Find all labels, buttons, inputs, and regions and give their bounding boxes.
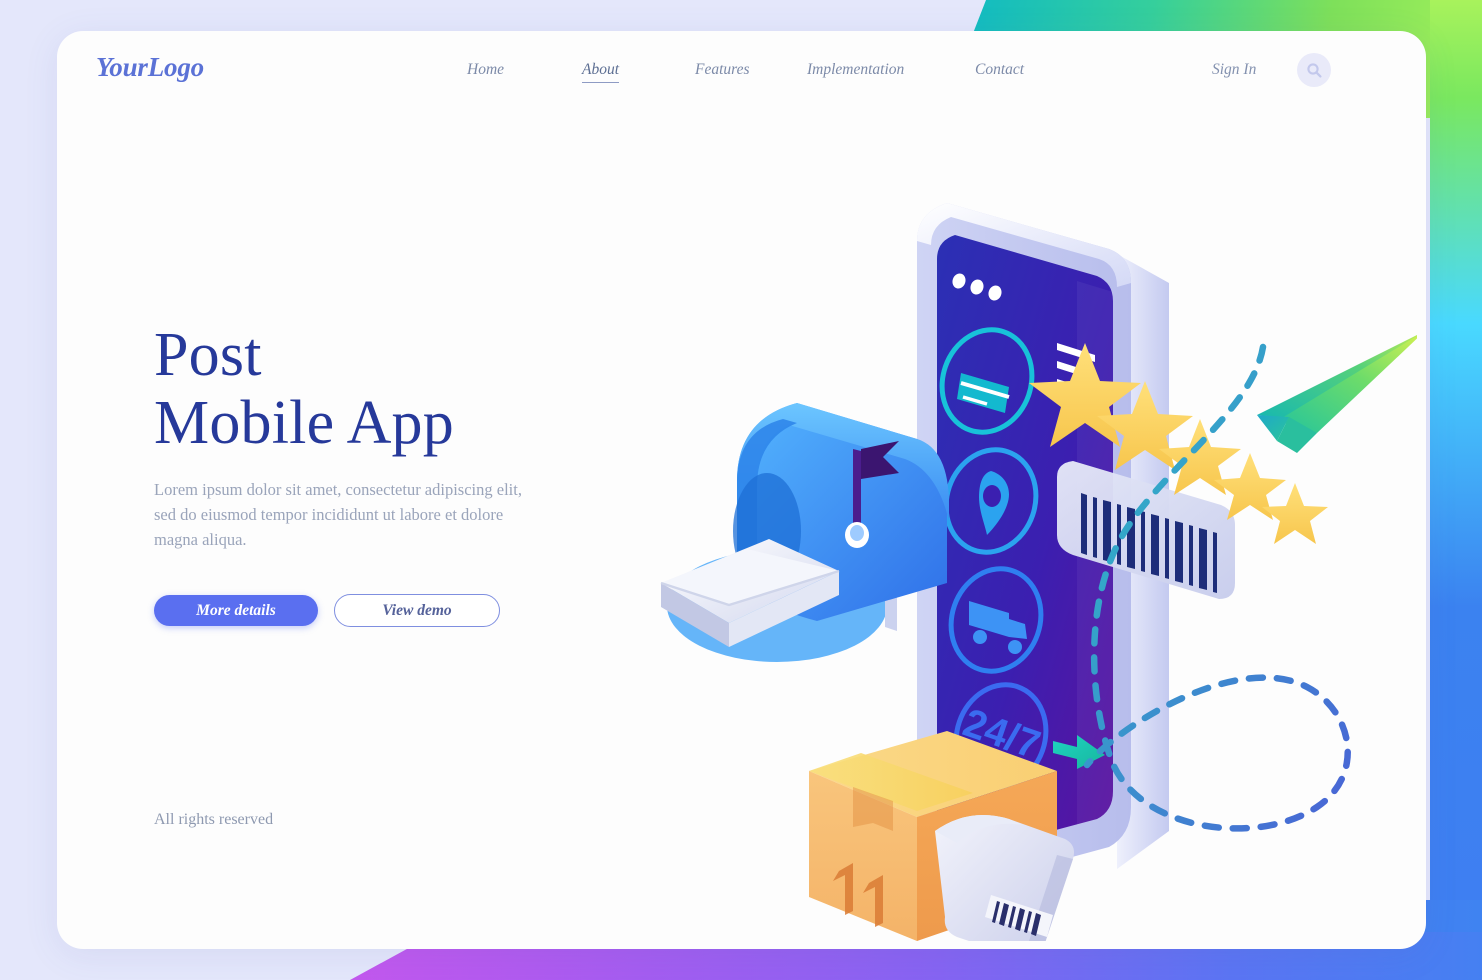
view-demo-button[interactable]: View demo <box>334 594 500 627</box>
main-nav: Home About Features Implementation Conta… <box>467 61 1067 91</box>
hero-copy: Post Mobile App Lorem ipsum dolor sit am… <box>154 321 634 552</box>
landing-page: YourLogo Home About Features Implementat… <box>0 0 1482 980</box>
content-card: YourLogo Home About Features Implementat… <box>57 31 1426 949</box>
mailbox-icon <box>660 403 949 662</box>
site-header: YourLogo Home About Features Implementat… <box>57 31 1426 115</box>
sign-in-link[interactable]: Sign In <box>1212 61 1256 79</box>
nav-item-about[interactable]: About <box>582 61 620 83</box>
page-title-line1: Post <box>154 321 262 389</box>
hero-subtitle: Lorem ipsum dolor sit amet, consectetur … <box>154 480 522 549</box>
search-icon <box>1306 62 1322 78</box>
copyright-text: All rights reserved <box>154 811 274 828</box>
nav-item-home[interactable]: Home <box>467 61 504 82</box>
paper-plane-icon <box>1257 335 1417 453</box>
hero-actions: More details View demo <box>154 594 500 627</box>
logo[interactable]: YourLogo <box>96 52 204 83</box>
search-button[interactable] <box>1297 53 1331 87</box>
hero-illustration: 24/7 <box>617 131 1417 941</box>
nav-item-implementation[interactable]: Implementation <box>807 61 904 82</box>
page-title: Post Mobile App <box>154 321 634 457</box>
nav-item-features[interactable]: Features <box>695 61 750 82</box>
decor-right-edge-gradient <box>1430 0 1482 980</box>
page-title-line2: Mobile App <box>154 389 454 457</box>
star-5 <box>1262 483 1328 544</box>
more-details-button[interactable]: More details <box>154 595 318 626</box>
nav-item-contact[interactable]: Contact <box>975 61 1024 82</box>
